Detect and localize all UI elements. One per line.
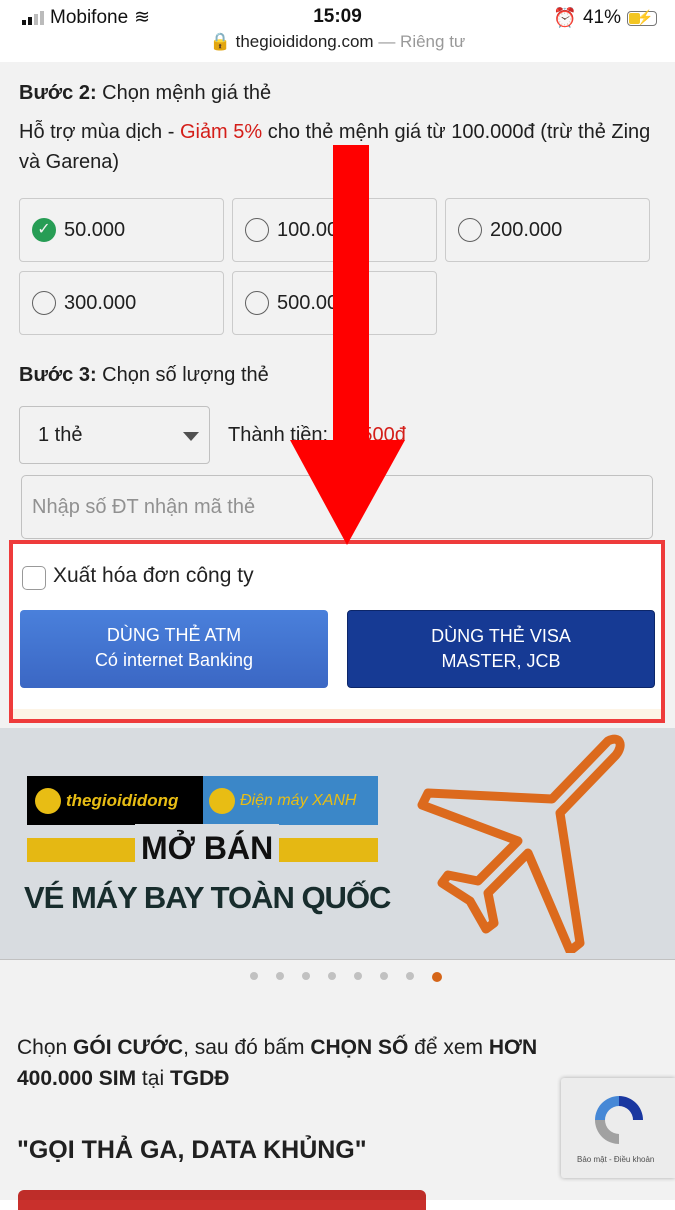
dot bbox=[353, 972, 362, 980]
brand-logos: thegioididong Điện máy XANH bbox=[27, 776, 378, 825]
atm-payment-button[interactable]: DÙNG THẺ ATM Có internet Banking bbox=[20, 610, 328, 688]
banner-subline: VÉ MÁY BAY TOÀN QUỐC bbox=[24, 880, 391, 915]
highlighted-payment-box: Xuất hóa đơn công ty DÙNG THẺ ATM Có inte… bbox=[9, 540, 665, 723]
sim-promo-text: Chọn GÓI CƯỚC, sau đó bấm CHỌN SỐ để xem… bbox=[17, 1036, 538, 1090]
dot-active bbox=[431, 972, 442, 982]
invoice-checkbox[interactable] bbox=[22, 566, 46, 590]
dot bbox=[275, 972, 284, 980]
recaptcha-badge[interactable]: Bảo mật - Điều khoản bbox=[561, 1078, 675, 1178]
red-arrow-annotation bbox=[290, 145, 405, 545]
recaptcha-text[interactable]: Bảo mật - Điều khoản bbox=[577, 1155, 654, 1164]
invoice-label[interactable]: Xuất hóa đơn công ty bbox=[53, 564, 254, 588]
carousel-dots[interactable] bbox=[0, 972, 675, 982]
dot bbox=[327, 972, 336, 980]
dot bbox=[405, 972, 414, 980]
recaptcha-icon bbox=[595, 1096, 643, 1144]
red-tab-button[interactable] bbox=[18, 1190, 426, 1210]
section-title: "GỌI THẢ GA, DATA KHỦNG" bbox=[17, 1136, 367, 1164]
dot bbox=[301, 972, 310, 980]
banner-headline: MỞ BÁN bbox=[135, 824, 280, 872]
dot bbox=[249, 972, 258, 980]
visa-payment-button[interactable]: DÙNG THẺ VISA MASTER, JCB bbox=[347, 610, 655, 688]
dot bbox=[379, 972, 388, 980]
promo-banner[interactable]: thegioididong Điện máy XANH MỞ BÁN VÉ MÁ… bbox=[0, 728, 675, 960]
airplane-icon bbox=[417, 734, 625, 953]
